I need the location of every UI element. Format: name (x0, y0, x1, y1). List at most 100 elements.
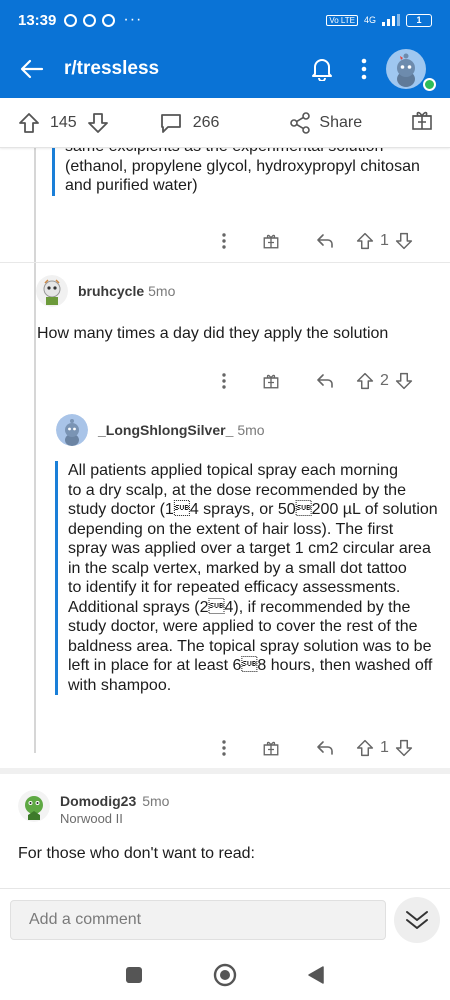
gift-award-icon (412, 111, 432, 130)
quote-line: same excipients as the experimental solu… (65, 148, 420, 157)
award-button[interactable] (244, 739, 298, 757)
upvote-icon[interactable] (356, 739, 374, 757)
back-arrow-icon (20, 59, 44, 79)
share-icon (290, 111, 311, 134)
home-icon[interactable] (213, 963, 237, 987)
comment-header: bruhcycle 5mo (36, 275, 175, 307)
upvote-icon[interactable] (356, 372, 374, 390)
thread-line[interactable] (34, 148, 36, 753)
quote-line: in the scalp vertex, marked by a small d… (68, 559, 407, 577)
gift-award-icon (263, 234, 279, 249)
username[interactable]: Domodig23 (60, 793, 136, 809)
quote-line: to a dry scalp, at the dose recommended … (68, 481, 406, 499)
post-action-bar: 145 266 Share (0, 98, 450, 148)
double-chevron-down-icon (406, 910, 428, 929)
downvote-icon[interactable] (395, 232, 413, 250)
quote-line: Additional sprays (24), if recommended … (68, 598, 411, 616)
post-vote-group: 145 (18, 112, 109, 134)
award-button[interactable] (244, 232, 298, 250)
add-comment-placeholder: Add a comment (29, 910, 142, 928)
quote-line: spray was applied over a target 1 cm2 ci… (68, 540, 431, 557)
comments-section[interactable]: same excipients as the experimental solu… (0, 148, 450, 888)
comment-body: For those who don't want to read: (18, 845, 255, 862)
user-avatar[interactable] (36, 275, 68, 307)
notifications-button[interactable] (302, 57, 342, 81)
battery-level: 1 (416, 15, 422, 25)
quote-line: to identify it for repeated efficacy ass… (68, 579, 401, 596)
downvote-icon[interactable] (87, 112, 109, 134)
user-line: Domodig23 5mo (60, 793, 169, 809)
comment-age: 5mo (237, 422, 265, 438)
quote-line: with shampoo. (68, 676, 172, 694)
comment-count: 266 (192, 113, 220, 131)
comment-bubble-icon (160, 113, 181, 133)
user-avatar[interactable] (18, 790, 50, 822)
downvote-icon[interactable] (395, 739, 413, 757)
add-comment-input[interactable]: Add a comment (10, 899, 386, 940)
comment-quote: same excipients as the experimental solu… (52, 148, 420, 196)
upvote-icon[interactable] (18, 112, 40, 134)
divider (0, 262, 450, 263)
username[interactable]: bruhcycle (78, 283, 144, 299)
user-avatar[interactable] (56, 414, 88, 446)
comment-header: Domodig23 5mo Norwood II (18, 790, 169, 826)
quote-line: left in place for at least 68 hours, th… (68, 657, 433, 674)
quote-line: and purified water) (65, 177, 198, 194)
chrome-icon (83, 13, 97, 27)
reply-button[interactable] (298, 233, 352, 249)
downvote-icon[interactable] (395, 372, 413, 390)
online-status-dot (423, 78, 436, 91)
reply-arrow-icon (317, 741, 333, 755)
upvote-icon[interactable] (356, 232, 374, 250)
network-type: 4G (363, 15, 376, 25)
thread-divider (0, 768, 450, 774)
user-avatar-button[interactable] (386, 49, 436, 91)
vote-group: 1 (356, 232, 413, 250)
system-nav-bar (0, 950, 450, 1000)
more-options-button[interactable] (204, 740, 244, 756)
vote-group: 1 (356, 739, 413, 757)
vertical-dots-icon (222, 740, 226, 756)
quote-line: depending on the extent of hair loss). T… (68, 520, 394, 538)
more-notifications-icon: ··· (123, 11, 143, 28)
back-button[interactable] (0, 59, 64, 79)
vertical-dots-icon (222, 233, 226, 249)
back-triangle-icon[interactable] (307, 965, 325, 985)
reply-arrow-icon (317, 234, 333, 248)
comment-actions: 1 (204, 232, 413, 250)
quote-line: study doctor, were applied to cover the … (68, 618, 418, 635)
recents-icon[interactable] (125, 966, 143, 984)
award-button[interactable] (244, 372, 298, 390)
reply-button[interactable] (298, 740, 352, 756)
reply-button[interactable] (298, 373, 352, 389)
vertical-dots-icon (222, 373, 226, 389)
comment-actions: 1 (204, 739, 413, 757)
collapse-comments-button[interactable] (394, 896, 440, 943)
vote-count: 1 (380, 232, 389, 249)
subreddit-title[interactable]: r/tressless (64, 58, 302, 80)
quote-line: All patients applied topical spray each … (68, 462, 398, 479)
user-flair: Norwood II (60, 811, 123, 826)
vote-count: 1 (380, 739, 389, 756)
more-options-button[interactable] (204, 233, 244, 249)
share-label: Share (319, 113, 363, 131)
bell-icon (312, 59, 332, 81)
status-time: 13:39 (18, 11, 57, 29)
avatar (386, 49, 426, 89)
comment-body: How many times a day did they apply the … (37, 325, 389, 342)
gift-award-icon (263, 741, 279, 756)
comment-age: 5mo (148, 283, 176, 299)
status-bar: 13:39 ··· Vo LTE 4G 1 (0, 0, 450, 40)
reply-arrow-icon (317, 374, 333, 388)
comment-quote: All patients applied topical spray each … (55, 461, 438, 695)
username[interactable]: _LongShlongSilver_ (98, 422, 233, 438)
signal-icon (382, 14, 400, 26)
vertical-dots-icon (361, 58, 367, 80)
award-button[interactable] (410, 108, 434, 137)
notification-icon (64, 13, 78, 27)
share-button[interactable]: Share (289, 111, 363, 134)
more-options-button[interactable] (204, 373, 244, 389)
overflow-menu-button[interactable] (342, 58, 386, 80)
quote-line: (ethanol, propylene glycol, hydroxypropy… (65, 157, 420, 175)
comments-button[interactable]: 266 (159, 112, 220, 134)
